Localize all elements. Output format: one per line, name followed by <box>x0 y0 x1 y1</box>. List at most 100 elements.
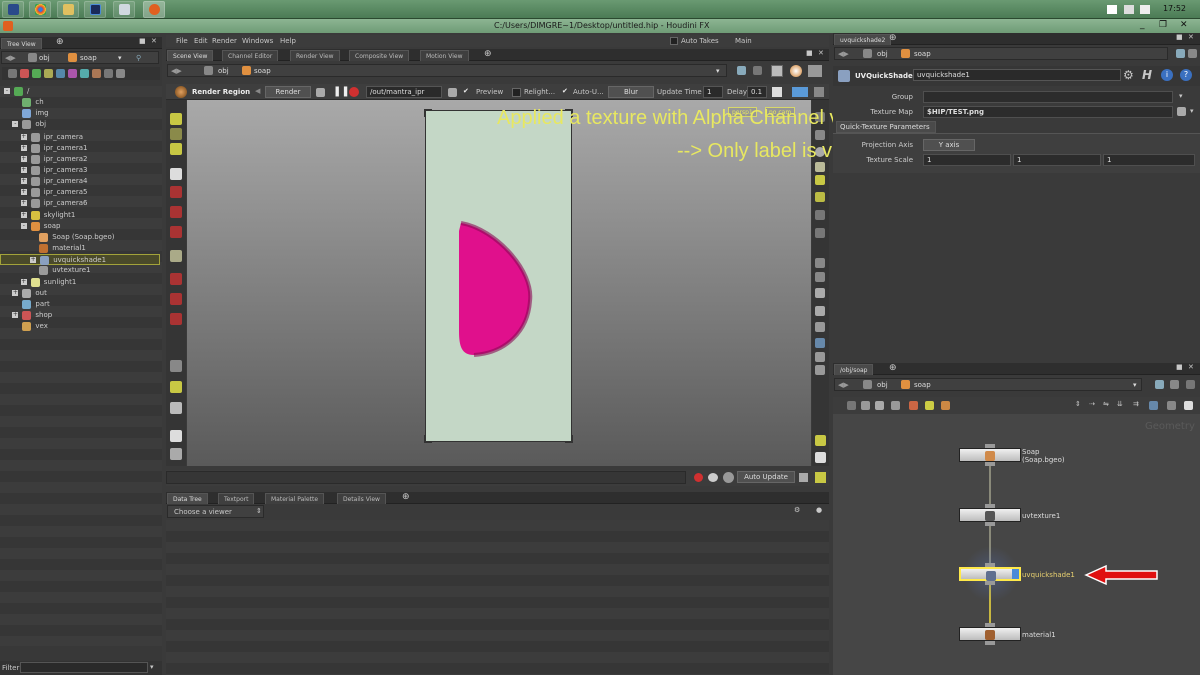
back-arrow-icon[interactable]: ◀▶ <box>838 50 849 58</box>
help-icon[interactable]: ? <box>1180 69 1192 81</box>
grid-view-icon[interactable] <box>1149 401 1158 410</box>
close-pane-icon[interactable]: ✕ <box>1188 363 1194 371</box>
path-obj[interactable]: obj <box>218 67 229 75</box>
add-tab-icon[interactable]: ⊕ <box>484 49 492 59</box>
lock-tool-icon[interactable] <box>170 448 182 460</box>
tree-row[interactable]: + uvquickshade1 <box>0 254 160 265</box>
snapshot-tool-icon[interactable] <box>815 452 826 463</box>
close-pane-icon[interactable]: ✕ <box>818 49 824 57</box>
expand-icon[interactable]: + <box>20 156 27 162</box>
light-icon[interactable] <box>790 65 802 77</box>
display-flag-icon[interactable] <box>1012 569 1019 579</box>
tab-textport[interactable]: Textport <box>218 493 255 504</box>
tree-tool-icon[interactable] <box>116 69 125 78</box>
viewport-option-icon[interactable] <box>799 473 808 482</box>
list-view-icon[interactable] <box>1167 401 1176 410</box>
filter-dropdown-icon[interactable]: ▾ <box>150 663 154 671</box>
network-tool-icon[interactable] <box>861 401 870 410</box>
start-button[interactable] <box>2 1 24 18</box>
maximize-button[interactable]: ❐ <box>1159 20 1167 30</box>
add-tab-icon[interactable]: ⊕ <box>889 33 897 43</box>
help-icon[interactable]: ● <box>816 506 822 514</box>
handle-tool-icon[interactable] <box>170 273 182 285</box>
scale-tool-icon[interactable] <box>170 226 182 238</box>
tree-tool-icon[interactable] <box>80 69 89 78</box>
add-tab-icon[interactable]: ⊕ <box>56 37 64 47</box>
expand-icon[interactable]: + <box>20 167 27 173</box>
pose-tool-icon[interactable] <box>170 250 182 262</box>
layout-tool-icon[interactable]: ⇉ <box>1133 400 1139 408</box>
display-tool-icon[interactable] <box>815 272 825 282</box>
tab-tree-view[interactable]: Tree View <box>1 38 42 49</box>
path-soap[interactable]: soap <box>914 381 931 389</box>
stop-render-icon[interactable] <box>694 473 703 482</box>
tab-render-view[interactable]: Render View <box>290 50 340 61</box>
settings-icon[interactable]: ⚙ <box>794 506 800 514</box>
layout-tool-icon[interactable]: ⇋ <box>1103 400 1109 408</box>
notes-tool-icon[interactable] <box>170 430 182 442</box>
notification-icon[interactable] <box>1107 5 1117 14</box>
expand-icon[interactable]: + <box>12 290 19 296</box>
node-connector[interactable] <box>985 581 995 585</box>
maximize-pane-icon[interactable]: ■ <box>806 49 813 57</box>
tree-row[interactable]: uvtexture1 <box>0 265 160 276</box>
clock[interactable]: 17:52 <box>1163 4 1186 13</box>
network-settings-icon[interactable] <box>1186 380 1195 389</box>
add-tab-icon[interactable]: ⊕ <box>402 492 410 502</box>
pin-icon[interactable] <box>1155 380 1164 389</box>
brush-tool-icon[interactable] <box>170 313 182 325</box>
collapse-icon[interactable]: - <box>12 121 19 127</box>
expand-icon[interactable]: + <box>20 178 27 184</box>
path-dropdown-icon[interactable]: ▾ <box>118 54 122 62</box>
display-tool-icon[interactable] <box>815 130 825 140</box>
menu-help[interactable]: Help <box>280 37 296 45</box>
path-obj[interactable]: obj <box>39 54 50 62</box>
display-tool-icon[interactable] <box>815 352 825 362</box>
tree-tool-icon[interactable] <box>68 69 77 78</box>
node-connector[interactable] <box>985 462 995 466</box>
tab-scene-view[interactable]: Scene View <box>167 50 214 61</box>
add-tab-icon[interactable]: ⊕ <box>889 363 897 373</box>
houdini-taskbar-icon[interactable] <box>143 1 165 18</box>
pin-icon[interactable] <box>737 66 746 75</box>
snap-tool-icon[interactable] <box>170 143 182 155</box>
maximize-pane-icon[interactable]: ■ <box>139 37 146 45</box>
preview-check-icon[interactable]: ✔ <box>463 87 469 95</box>
file-browse-icon[interactable] <box>1177 107 1186 116</box>
houdini-help-icon[interactable]: H <box>1142 68 1152 82</box>
tree-row[interactable]: + skylight1 <box>0 210 160 221</box>
menu-edit[interactable]: Edit <box>194 37 208 45</box>
tree-row[interactable]: - soap <box>0 221 160 232</box>
network-icon[interactable] <box>1124 5 1134 14</box>
pointer-tool-icon[interactable] <box>170 168 182 180</box>
expand-icon[interactable]: + <box>20 200 27 206</box>
close-pane-icon[interactable]: ✕ <box>1188 33 1194 41</box>
path-dropdown-icon[interactable]: ▾ <box>1133 381 1137 389</box>
view-tool-icon[interactable] <box>170 128 182 140</box>
tree-row[interactable]: - / <box>0 86 160 97</box>
projection-axis-menu[interactable]: Y axis <box>923 139 975 151</box>
link-icon[interactable] <box>1170 380 1179 389</box>
path-obj[interactable]: obj <box>877 50 888 58</box>
tree-tool-icon[interactable] <box>56 69 65 78</box>
shading-tool-icon[interactable] <box>815 175 825 185</box>
group-dropdown-icon[interactable]: ▾ <box>1179 92 1183 100</box>
expand-icon[interactable]: + <box>20 145 27 151</box>
texture-scale-z[interactable]: 1 <box>1103 154 1195 166</box>
tree-row[interactable]: + shop <box>0 310 160 321</box>
expand-icon[interactable]: + <box>20 279 27 285</box>
region-select-icon[interactable] <box>316 88 325 97</box>
texture-scale-x[interactable]: 1 <box>923 154 1011 166</box>
stop-icon[interactable] <box>349 87 359 97</box>
tree-tool-icon[interactable] <box>104 69 113 78</box>
light-tool-icon[interactable] <box>815 162 825 172</box>
collapse-icon[interactable]: - <box>4 88 10 94</box>
maximize-pane-icon[interactable]: ■ <box>1176 33 1183 41</box>
texture-map-field[interactable]: $HIP/TEST.png <box>923 106 1173 118</box>
display-tool-icon[interactable] <box>815 306 825 316</box>
viewport-option-icon[interactable] <box>815 472 826 483</box>
menu-render[interactable]: Render <box>212 37 237 45</box>
tree-row[interactable]: material1 <box>0 243 160 254</box>
tab-network[interactable]: /obj/soap <box>834 364 874 375</box>
network-tool-icon[interactable] <box>925 401 934 410</box>
